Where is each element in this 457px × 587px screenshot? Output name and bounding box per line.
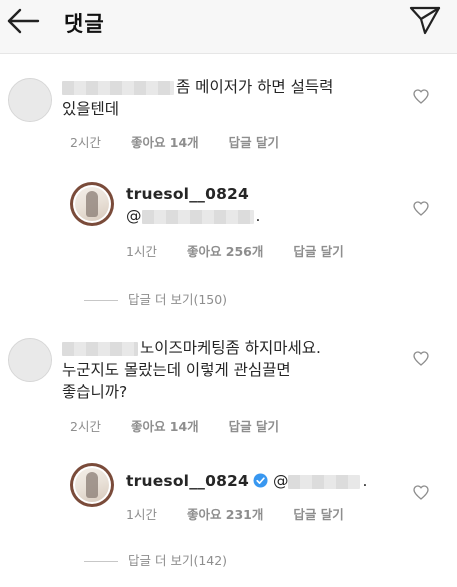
- reply-meta: 1시간 좋아요 231개 답글 달기: [126, 504, 370, 523]
- reply-link[interactable]: 답글 달기: [229, 132, 279, 151]
- comment-time: 2시간: [70, 419, 101, 434]
- more-replies-label: 답글 더 보기(150): [128, 292, 228, 307]
- blurred-mention: [141, 209, 254, 224]
- profile-photo: [75, 468, 109, 502]
- avatar[interactable]: [8, 338, 52, 382]
- blurred-mention: [288, 474, 361, 489]
- default-user-icon: [9, 79, 51, 121]
- likes-count[interactable]: 좋아요 14개: [131, 132, 199, 151]
- view-more-replies[interactable]: 답글 더 보기(142): [84, 550, 227, 569]
- profile-photo: [75, 187, 109, 221]
- comment-text-line1: 좀 메이저가 하면 설득력: [176, 78, 334, 96]
- reply-body: truesol__0824 @.: [126, 470, 416, 492]
- like-button[interactable]: [413, 351, 429, 366]
- comment-text-line3: 좋습니까?: [62, 383, 128, 401]
- heart-icon: [413, 351, 429, 366]
- divider: [84, 300, 118, 301]
- mention[interactable]: @.: [273, 472, 367, 490]
- likes-count[interactable]: 좋아요 14개: [131, 416, 199, 435]
- view-more-replies[interactable]: 답글 더 보기(150): [84, 289, 227, 308]
- reply-avatar[interactable]: [70, 463, 114, 507]
- divider: [84, 561, 118, 562]
- back-button[interactable]: [6, 6, 40, 36]
- heart-icon: [413, 201, 429, 216]
- reply-username[interactable]: truesol__0824: [126, 472, 249, 490]
- mention[interactable]: @.: [126, 207, 260, 225]
- blurred-username: [62, 80, 174, 95]
- header-bar: 댓글: [0, 0, 457, 54]
- comment-text-line2: 누군지도 몰랐는데 이렇게 관심끌면: [62, 361, 291, 379]
- comment-meta: 2시간 좋아요 14개 답글 달기: [70, 416, 305, 435]
- comment-body: 좀 메이저가 하면 설득력 있을텐데: [62, 76, 392, 120]
- heart-icon: [413, 485, 429, 500]
- reply-body: truesol__0824 @.: [126, 183, 406, 227]
- comment-time: 2시간: [70, 135, 101, 150]
- verified-badge-icon: [253, 473, 268, 488]
- heart-icon: [413, 89, 429, 104]
- reply-link[interactable]: 답글 달기: [229, 416, 279, 435]
- blurred-username: [62, 341, 138, 356]
- default-user-icon: [9, 339, 51, 381]
- likes-count[interactable]: 좋아요 256개: [187, 241, 263, 260]
- likes-count[interactable]: 좋아요 231개: [187, 504, 263, 523]
- comment-text-line2: 있을텐데: [62, 100, 120, 118]
- comment-meta: 2시간 좋아요 14개 답글 달기: [70, 132, 305, 151]
- reply-username[interactable]: truesol__0824: [126, 185, 249, 203]
- direct-message-button[interactable]: [408, 4, 442, 36]
- page-title: 댓글: [64, 12, 105, 36]
- avatar[interactable]: [8, 78, 52, 122]
- paper-plane-icon: [409, 6, 441, 35]
- reply-link[interactable]: 답글 달기: [293, 241, 343, 260]
- reply-meta: 1시간 좋아요 256개 답글 달기: [126, 241, 370, 260]
- like-button[interactable]: [413, 485, 429, 500]
- like-button[interactable]: [413, 89, 429, 104]
- like-button[interactable]: [413, 201, 429, 216]
- reply-link[interactable]: 답글 달기: [293, 504, 343, 523]
- more-replies-label: 답글 더 보기(142): [128, 553, 228, 568]
- reply-time: 1시간: [126, 507, 157, 522]
- reply-avatar[interactable]: [70, 182, 114, 226]
- reply-time: 1시간: [126, 244, 157, 259]
- comment-text-line1: 노이즈마케팅좀 하지마세요.: [140, 339, 321, 357]
- comment-body: 노이즈마케팅좀 하지마세요. 누군지도 몰랐는데 이렇게 관심끌면 좋습니까?: [62, 337, 407, 403]
- arrow-left-icon: [7, 8, 40, 34]
